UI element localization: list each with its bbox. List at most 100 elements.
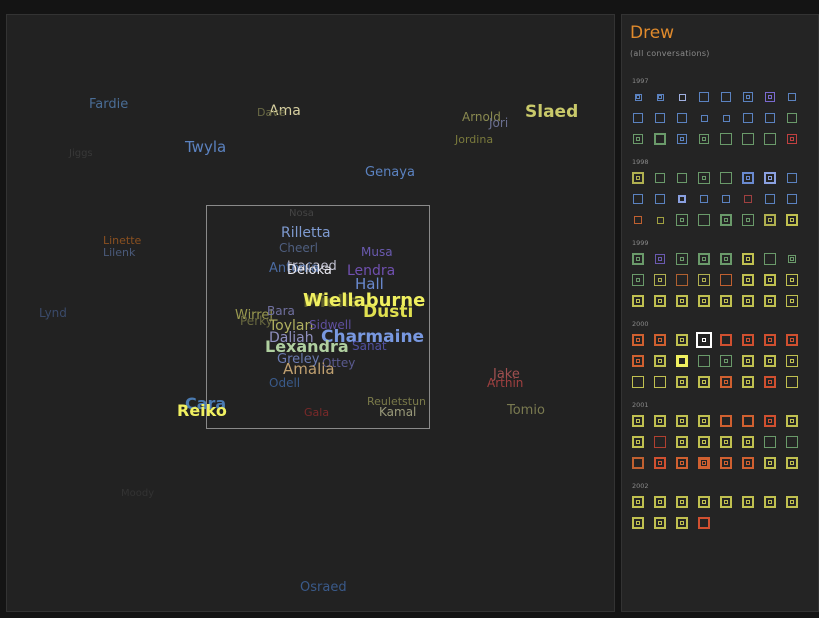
conversation-square[interactable] xyxy=(676,496,688,508)
conversation-square[interactable] xyxy=(656,216,664,224)
conversation-square[interactable] xyxy=(676,457,688,469)
conversation-square[interactable] xyxy=(676,415,688,427)
conversation-square[interactable] xyxy=(654,517,666,529)
conversation-square[interactable] xyxy=(720,172,732,184)
conversation-square[interactable] xyxy=(632,517,644,529)
conversation-square[interactable] xyxy=(676,274,688,286)
conversation-square[interactable] xyxy=(677,113,687,123)
conversation-square[interactable] xyxy=(633,134,643,144)
conversation-square[interactable] xyxy=(676,214,688,226)
conversation-square[interactable] xyxy=(720,436,732,448)
conversation-square[interactable] xyxy=(676,355,688,367)
name-label[interactable]: Amalia xyxy=(283,362,335,377)
conversation-square[interactable] xyxy=(655,194,665,204)
conversation-square[interactable] xyxy=(764,415,776,427)
conversation-square[interactable] xyxy=(764,253,776,265)
conversation-square[interactable] xyxy=(676,517,688,529)
conversation-square[interactable] xyxy=(786,214,798,226)
name-label[interactable]: Cheerl xyxy=(279,242,318,254)
conversation-square[interactable] xyxy=(764,457,776,469)
conversation-square[interactable] xyxy=(654,133,666,145)
conversation-square[interactable] xyxy=(787,113,797,123)
name-label[interactable]: Lynd xyxy=(39,307,67,319)
conversation-square[interactable] xyxy=(654,334,666,346)
conversation-square[interactable] xyxy=(744,195,752,203)
conversation-square[interactable] xyxy=(743,113,753,123)
conversation-square[interactable] xyxy=(787,194,797,204)
conversation-square[interactable] xyxy=(786,274,798,286)
conversation-square[interactable] xyxy=(764,496,776,508)
conversation-square[interactable] xyxy=(720,253,732,265)
conversation-square[interactable] xyxy=(632,436,644,448)
conversation-square[interactable] xyxy=(788,93,796,101)
name-label[interactable]: Rilletta xyxy=(281,226,331,240)
name-label[interactable]: Kamal xyxy=(379,406,416,418)
conversation-square[interactable] xyxy=(696,332,712,348)
conversation-square[interactable] xyxy=(720,133,732,145)
conversation-square[interactable] xyxy=(788,255,796,263)
name-label[interactable]: Moody xyxy=(121,489,154,499)
conversation-square[interactable] xyxy=(698,436,710,448)
conversation-square[interactable] xyxy=(698,295,710,307)
conversation-square[interactable] xyxy=(677,134,687,144)
conversation-square[interactable] xyxy=(678,195,686,203)
conversation-square[interactable] xyxy=(720,415,732,427)
conversation-square[interactable] xyxy=(676,376,688,388)
conversation-square[interactable] xyxy=(765,113,775,123)
conversation-square[interactable] xyxy=(764,355,776,367)
conversation-square[interactable] xyxy=(700,114,708,122)
conversation-square[interactable] xyxy=(787,173,797,183)
name-label[interactable]: Musa xyxy=(361,246,393,258)
conversation-square[interactable] xyxy=(632,496,644,508)
name-label[interactable]: Fardie xyxy=(89,98,128,111)
conversation-square[interactable] xyxy=(633,194,643,204)
conversation-square[interactable] xyxy=(700,195,708,203)
conversation-square[interactable] xyxy=(720,214,732,226)
conversation-square[interactable] xyxy=(632,295,644,307)
conversation-square[interactable] xyxy=(720,457,732,469)
conversation-square[interactable] xyxy=(632,376,644,388)
conversation-square[interactable] xyxy=(654,457,666,469)
conversation-square[interactable] xyxy=(632,457,644,469)
conversation-square[interactable] xyxy=(720,355,732,367)
conversation-square[interactable] xyxy=(742,415,754,427)
conversation-square[interactable] xyxy=(676,253,688,265)
conversation-square[interactable] xyxy=(721,92,731,102)
conversation-square[interactable] xyxy=(764,376,776,388)
conversation-square[interactable] xyxy=(764,334,776,346)
conversation-square[interactable] xyxy=(698,457,710,469)
conversation-square[interactable] xyxy=(764,274,776,286)
conversation-square[interactable] xyxy=(698,253,710,265)
conversation-square[interactable] xyxy=(742,334,754,346)
conversation-square[interactable] xyxy=(742,253,754,265)
conversation-square[interactable] xyxy=(764,133,776,145)
conversation-square[interactable] xyxy=(654,496,666,508)
name-label[interactable]: Dave xyxy=(257,107,286,118)
conversation-square[interactable] xyxy=(742,496,754,508)
conversation-square[interactable] xyxy=(722,195,730,203)
conversation-square[interactable] xyxy=(742,376,754,388)
conversation-square[interactable] xyxy=(786,457,798,469)
name-label[interactable]: Nosa xyxy=(289,209,314,219)
conversation-square[interactable] xyxy=(742,172,754,184)
conversation-square[interactable] xyxy=(632,172,644,184)
conversation-square[interactable] xyxy=(743,92,753,102)
conversation-square[interactable] xyxy=(632,253,644,265)
conversation-square[interactable] xyxy=(655,173,665,183)
conversation-square[interactable] xyxy=(698,517,710,529)
conversation-square[interactable] xyxy=(764,172,776,184)
name-field-canvas[interactable]: Fardie Ama Dave Arnold Jori Slaed Jordina Twyla… xyxy=(6,14,615,612)
conversation-square[interactable] xyxy=(654,355,666,367)
conversation-square[interactable] xyxy=(654,274,666,286)
name-label[interactable]: Sanat xyxy=(352,340,387,352)
name-label[interactable]: Jori xyxy=(489,117,508,129)
conversation-square[interactable] xyxy=(742,133,754,145)
conversation-square[interactable] xyxy=(765,194,775,204)
conversation-square[interactable] xyxy=(676,334,688,346)
name-label[interactable]: Reiko xyxy=(177,403,227,419)
name-label[interactable]: Arthin xyxy=(487,377,523,389)
name-label[interactable]: Lilenk xyxy=(103,247,135,258)
name-label[interactable]: Twyla xyxy=(185,140,226,155)
conversation-square[interactable] xyxy=(654,436,666,448)
conversation-square[interactable] xyxy=(654,376,666,388)
